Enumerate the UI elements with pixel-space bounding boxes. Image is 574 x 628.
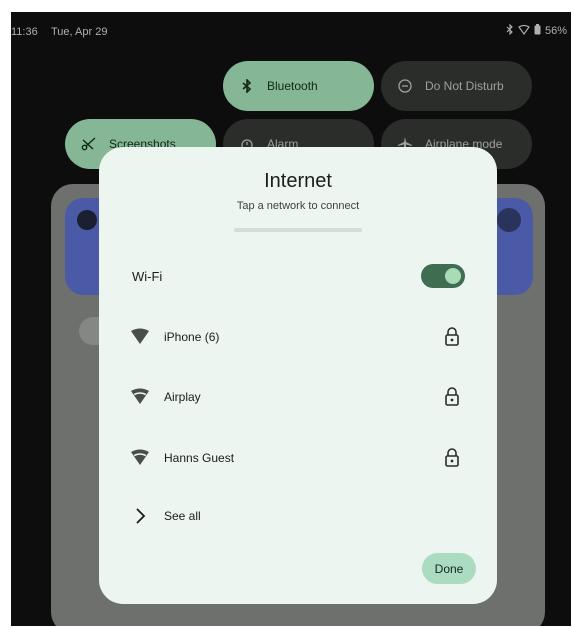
gear-icon[interactable] [77,210,97,230]
clock: 11:36 [11,26,38,38]
chevron-up-icon[interactable] [497,208,521,232]
chevron-right-icon [134,507,146,525]
wifi-toggle-row[interactable]: Wi-Fi [99,259,497,295]
bluetooth-tile[interactable]: Bluetooth [223,61,374,111]
network-name: iPhone (6) [164,330,220,344]
network-row[interactable]: Hanns Guest [99,438,497,478]
see-all-label: See all [164,509,201,523]
dialog-subtitle: Tap a network to connect [236,200,360,212]
date: Tue, Apr 29 [51,26,108,38]
bluetooth-tile-label: Bluetooth [267,79,318,93]
done-button[interactable]: Done [422,553,476,584]
battery-icon [534,24,541,38]
do-not-disturb-tile-label: Do Not Disturb [425,79,504,93]
battery-percent: 56% [544,25,567,37]
lock-icon [443,385,461,407]
network-row[interactable]: Airplay [99,377,497,417]
see-all-row[interactable]: See all [99,497,497,535]
network-row[interactable]: iPhone (6) [99,317,497,357]
dialog-title: Internet [264,170,332,192]
wifi-toggle[interactable] [421,264,465,288]
bluetooth-icon [506,23,514,38]
toggle-knob [445,268,461,284]
bluetooth-icon [239,78,255,94]
do-not-disturb-icon [397,78,413,94]
lock-icon [443,446,461,468]
internet-dialog: Internet Tap a network to connect Wi-Fi … [99,147,497,604]
status-icons: 56% [506,23,567,38]
network-name: Airplay [164,390,201,404]
wifi-label: Wi-Fi [132,269,163,284]
status-bar: 11:36 Tue, Apr 29 56% [11,12,571,52]
scan-progress-track [234,228,362,232]
lock-icon [443,325,461,347]
wifi-outline-icon [518,24,530,38]
network-name: Hanns Guest [164,451,235,465]
wifi-signal-partial-icon [130,388,150,406]
scissors-icon [81,136,97,152]
do-not-disturb-tile[interactable]: Do Not Disturb [381,61,532,111]
wifi-signal-partial-icon [130,449,150,467]
wifi-signal-full-icon [130,328,150,346]
